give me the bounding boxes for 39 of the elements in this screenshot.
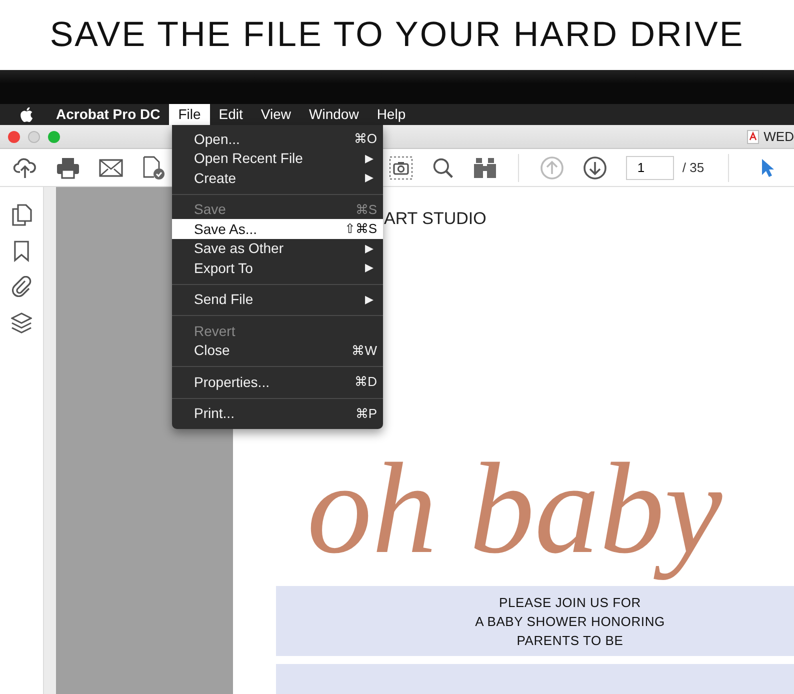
app-menu[interactable]: Acrobat Pro DC [47, 104, 170, 125]
menu-bar-item[interactable]: Help [368, 104, 415, 125]
document-check-icon[interactable] [142, 156, 166, 180]
cursor-arrow-icon[interactable] [761, 158, 775, 178]
menu-item[interactable]: Close ⌘W [172, 340, 383, 360]
search-icon[interactable] [432, 156, 454, 178]
menu-bar-item[interactable]: Edit [210, 104, 252, 125]
paperclip-icon[interactable] [12, 276, 32, 298]
invitation-text: PLEASE JOIN US FOR A BABY SHOWER HONORING PARENTS TO BE [475, 594, 665, 650]
pdf-file-icon [746, 130, 759, 144]
menu-item[interactable]: Save As... ⇧⌘S [172, 219, 383, 238]
menu-item[interactable]: Export To ▶ [172, 258, 383, 278]
page-heading: SAVE THE FILE TO YOUR HARD DRIVE [50, 15, 744, 55]
menu-item[interactable]: Save as Other ▶ [172, 238, 383, 258]
snapshot-camera-icon[interactable] [388, 156, 412, 180]
menu-item[interactable]: Create ▶ [172, 168, 383, 188]
menu-item[interactable]: Properties... ⌘D [172, 372, 383, 392]
envelope-icon[interactable] [99, 158, 123, 176]
pages-icon[interactable] [12, 204, 32, 226]
page-count: / 35 [682, 160, 704, 175]
bookmark-icon[interactable] [14, 240, 29, 262]
close-window-button[interactable] [8, 130, 20, 142]
page-number-field[interactable]: 1 [626, 156, 674, 180]
next-page-button[interactable] [583, 156, 608, 180]
menu-item[interactable]: Print... ⌘P [172, 404, 383, 423]
menu-item[interactable]: Send File ▶ [172, 290, 383, 309]
script-title: oh baby [306, 436, 724, 583]
menu-item[interactable]: Open Recent File ▶ [172, 148, 383, 168]
apple-logo-icon[interactable] [20, 107, 33, 122]
menu-bar-item[interactable]: View [252, 104, 300, 125]
printer-icon[interactable] [56, 156, 80, 178]
document-header: ART STUDIO [384, 209, 486, 229]
binoculars-icon[interactable] [472, 156, 496, 178]
document-tab[interactable]: WED [764, 129, 794, 144]
menu-item[interactable]: Open... ⌘O [172, 129, 383, 148]
menu-bar-item[interactable]: Window [300, 104, 368, 125]
layers-icon[interactable] [11, 312, 32, 334]
menu-bar-item[interactable]: File [169, 104, 210, 125]
cloud-upload-icon[interactable] [13, 156, 37, 178]
